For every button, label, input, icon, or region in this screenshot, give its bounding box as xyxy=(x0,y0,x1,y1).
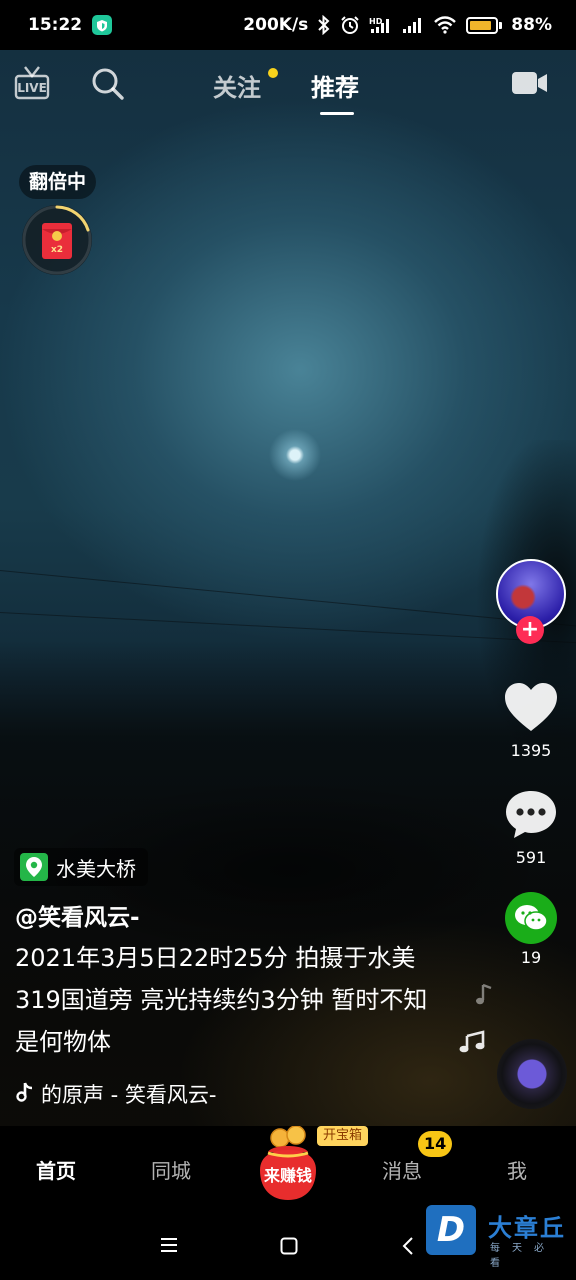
tab-follow[interactable]: 关注 xyxy=(213,68,261,103)
red-packet-timer[interactable]: x2 xyxy=(22,205,92,275)
tiktok-note-icon xyxy=(15,1081,35,1108)
status-icons: 200K/s HD 88% xyxy=(243,15,552,35)
search-icon[interactable] xyxy=(90,66,126,106)
follow-button[interactable]: + xyxy=(516,616,544,644)
live-icon[interactable]: LIVE xyxy=(14,64,50,104)
music-info[interactable]: 的原声 - 笑看风云- xyxy=(15,1079,217,1109)
nav-nearby[interactable]: 同城 xyxy=(151,1155,191,1184)
double-music-note-icon xyxy=(458,1030,488,1058)
author-name[interactable]: @笑看风云- xyxy=(15,898,140,932)
location-name: 水美大桥 xyxy=(56,856,136,881)
earn-money-label: 来赚钱 xyxy=(263,1166,312,1185)
alarm-icon xyxy=(340,15,360,35)
share-action: 19 xyxy=(491,892,571,967)
follow-update-dot xyxy=(268,68,278,78)
battery-fill xyxy=(470,20,492,30)
nav-home[interactable]: 首页 xyxy=(36,1155,76,1184)
bluetooth-icon xyxy=(317,15,331,35)
back-icon[interactable] xyxy=(402,1237,414,1259)
signal-icon xyxy=(402,16,424,34)
watermark-subtitle: 每天必看 xyxy=(490,1243,556,1269)
net-speed: 200K/s xyxy=(243,15,309,35)
battery-percent: 88% xyxy=(511,15,552,35)
status-time: 15:22 xyxy=(28,15,83,35)
like-action: 1395 xyxy=(491,681,571,760)
active-tab-indicator xyxy=(320,112,354,115)
wifi-icon xyxy=(433,16,457,34)
bottom-nav: 首页 同城 来赚钱 开宝箱 消息 14 我 xyxy=(0,1125,576,1210)
nav-me[interactable]: 我 xyxy=(507,1155,527,1184)
menu-icon[interactable] xyxy=(160,1237,178,1257)
location-tag[interactable]: 水美大桥 xyxy=(14,848,148,886)
author-avatar-group: + xyxy=(496,559,566,644)
top-nav: LIVE 关注 推荐 xyxy=(0,50,576,120)
comment-icon[interactable] xyxy=(503,788,559,844)
treasure-chest-tag[interactable]: 开宝箱 xyxy=(317,1126,369,1146)
redpacket-multiplier: x2 xyxy=(51,245,63,255)
status-bar: 15:22 200K/s HD 88% xyxy=(0,0,576,50)
home-square-icon[interactable] xyxy=(280,1237,298,1259)
comment-action: 591 xyxy=(491,788,571,867)
location-pin-icon xyxy=(20,853,48,881)
watermark-logo: D xyxy=(426,1205,476,1255)
heart-icon[interactable] xyxy=(503,681,559,737)
watermark: D 大章丘 每天必看 xyxy=(426,1205,576,1275)
hd-signal-icon: HD xyxy=(369,16,393,34)
camera-icon[interactable] xyxy=(511,69,549,101)
like-count: 1395 xyxy=(510,741,552,760)
watermark-title: 大章丘 xyxy=(488,1214,566,1242)
svg-text:LIVE: LIVE xyxy=(17,81,47,95)
comment-count: 591 xyxy=(515,848,547,867)
battery-icon xyxy=(466,16,503,34)
message-count-badge: 14 xyxy=(418,1131,453,1157)
double-reward-badge[interactable]: 翻倍中 xyxy=(19,165,97,199)
music-note-icon xyxy=(475,983,495,1011)
video-caption: 2021年3月5日22时25分 拍摄于水美319国道旁 亮光持续约3分钟 暂时不… xyxy=(15,944,428,1056)
tab-recommend[interactable]: 推荐 xyxy=(311,68,359,103)
svg-text:HD: HD xyxy=(369,17,383,26)
music-disc[interactable] xyxy=(497,1039,567,1109)
shield-icon xyxy=(92,15,113,35)
wechat-share-icon[interactable] xyxy=(505,892,557,944)
nav-messages[interactable]: 消息 xyxy=(382,1155,422,1184)
music-title: 的原声 - 笑看风云- xyxy=(41,1083,217,1107)
share-count: 19 xyxy=(520,948,542,967)
